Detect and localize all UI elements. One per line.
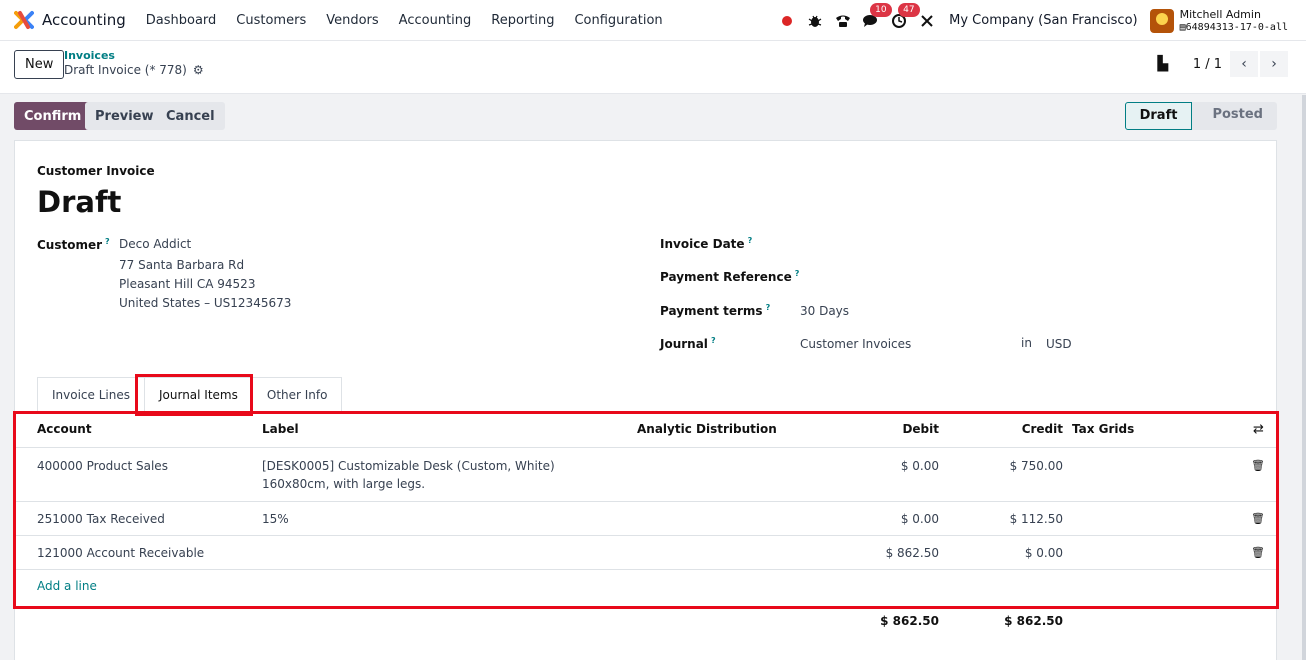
notebook-tabs: Invoice Lines Journal Items Other Info xyxy=(37,377,343,413)
status-posted[interactable]: Posted xyxy=(1192,102,1277,130)
avatar[interactable] xyxy=(1149,8,1174,33)
total-credit: $ 862.50 xyxy=(1004,614,1063,628)
invoice-type: Customer Invoice xyxy=(37,164,155,178)
column-credit[interactable]: Credit xyxy=(943,422,1063,436)
optional-columns-icon[interactable]: ⇄ xyxy=(1253,422,1264,437)
top-navbar: Accounting Dashboard Customers Vendors A… xyxy=(0,0,1306,41)
help-icon[interactable]: ? xyxy=(748,236,753,245)
divider xyxy=(15,447,1278,448)
row-label-detail: 160x80cm, with large legs. xyxy=(262,477,426,491)
pager-next-button[interactable]: › xyxy=(1260,51,1288,77)
cancel-button[interactable]: Cancel xyxy=(156,102,225,130)
scrollbar[interactable] xyxy=(1302,95,1306,660)
tab-invoice-lines[interactable]: Invoice Lines xyxy=(37,377,145,413)
user-menu[interactable]: Mitchell Admin ▤64894313-17-0-all xyxy=(1180,8,1288,34)
trash-icon[interactable]: 🗑 xyxy=(1251,512,1265,525)
row-account[interactable]: 251000 Tax Received xyxy=(37,510,165,528)
row-credit[interactable]: $ 0.00 xyxy=(943,544,1063,562)
pager: ▙ 1 / 1 ‹ › xyxy=(1151,51,1288,77)
page-title: Draft xyxy=(37,185,122,219)
form-sheet: Customer Invoice Draft Customer? Deco Ad… xyxy=(13,140,1279,660)
accounting-app-icon[interactable] xyxy=(14,10,34,30)
menu-dashboard[interactable]: Dashboard xyxy=(136,13,227,28)
help-icon[interactable]: ? xyxy=(766,303,771,312)
customer-label: Customer? xyxy=(37,237,110,252)
clock-icon[interactable]: 47 xyxy=(887,2,920,33)
divider xyxy=(15,412,1278,413)
company-switcher[interactable]: My Company (San Francisco) xyxy=(949,13,1137,28)
tab-journal-items[interactable]: Journal Items xyxy=(143,377,253,413)
divider xyxy=(15,501,1278,502)
add-line-link[interactable]: Add a line xyxy=(37,579,97,593)
confirm-button[interactable]: Confirm xyxy=(14,102,92,130)
chevron-right-icon: › xyxy=(1271,56,1277,72)
currency-field[interactable]: USD xyxy=(1046,337,1072,351)
row-debit[interactable]: $ 0.00 xyxy=(819,510,939,528)
help-icon[interactable]: ? xyxy=(795,269,800,278)
customer-address-line: Pleasant Hill CA 94523 xyxy=(119,277,256,291)
column-label[interactable]: Label xyxy=(262,422,299,436)
phone-icon[interactable] xyxy=(831,9,855,33)
menu-customers[interactable]: Customers xyxy=(226,13,316,28)
main-menu: Dashboard Customers Vendors Accounting R… xyxy=(136,13,673,28)
row-label[interactable]: 15% xyxy=(262,510,289,528)
payment-terms-label: Payment terms? xyxy=(660,303,771,318)
menu-reporting[interactable]: Reporting xyxy=(481,13,564,28)
new-button[interactable]: New xyxy=(14,50,65,79)
divider xyxy=(15,569,1278,570)
bookmark-icon[interactable]: ▙ xyxy=(1151,56,1175,72)
user-name: Mitchell Admin xyxy=(1179,7,1261,21)
journal-label: Journal? xyxy=(660,336,716,351)
chevron-left-icon: ‹ xyxy=(1241,56,1247,72)
menu-vendors[interactable]: Vendors xyxy=(316,13,388,28)
column-debit[interactable]: Debit xyxy=(819,422,939,436)
row-label[interactable]: [DESK0005] Customizable Desk (Custom, Wh… xyxy=(262,457,555,475)
pager-previous-button[interactable]: ‹ xyxy=(1230,51,1258,77)
trash-icon[interactable]: 🗑 xyxy=(1251,546,1265,559)
record-dot-icon[interactable] xyxy=(775,9,799,33)
row-debit[interactable]: $ 862.50 xyxy=(819,544,939,562)
customer-address-line: 77 Santa Barbara Rd xyxy=(119,258,245,272)
tab-other-info[interactable]: Other Info xyxy=(251,377,343,413)
journal-field[interactable]: Customer Invoices xyxy=(800,337,911,351)
pager-value[interactable]: 1 / 1 xyxy=(1193,57,1222,72)
in-label: in xyxy=(1021,336,1032,350)
payment-reference-label: Payment Reference? xyxy=(660,269,800,284)
payment-terms-field[interactable]: 30 Days xyxy=(800,304,849,318)
total-debit: $ 862.50 xyxy=(880,614,939,628)
gear-icon[interactable]: ⚙ xyxy=(193,63,204,77)
highlight-journal-table xyxy=(13,411,1279,609)
column-tax-grids[interactable]: Tax Grids xyxy=(1072,422,1134,436)
invoice-date-label: Invoice Date? xyxy=(660,236,753,251)
row-debit[interactable]: $ 0.00 xyxy=(819,457,939,475)
help-icon[interactable]: ? xyxy=(105,237,110,246)
trash-icon[interactable]: 🗑 xyxy=(1251,459,1265,472)
bug-icon[interactable] xyxy=(803,9,827,33)
app-name[interactable]: Accounting xyxy=(42,11,126,29)
systray: 10 47 My Company (San Francisco) Mitchel… xyxy=(771,0,1288,41)
tools-icon[interactable] xyxy=(915,9,939,33)
column-account[interactable]: Account xyxy=(37,422,92,436)
customer-address-line: United States – US12345673 xyxy=(119,296,292,310)
database-name: ▤64894313-17-0-all xyxy=(1179,21,1288,33)
column-analytic-distribution[interactable]: Analytic Distribution xyxy=(637,422,777,436)
row-account[interactable]: 400000 Product Sales xyxy=(37,457,168,475)
help-icon[interactable]: ? xyxy=(711,336,716,345)
divider xyxy=(15,535,1278,536)
status-bar: Draft Posted xyxy=(1124,102,1277,130)
control-panel: New Invoices Draft Invoice (* 778) ⚙ ▙ 1… xyxy=(0,41,1306,94)
preview-button[interactable]: Preview xyxy=(85,102,164,130)
breadcrumb-current: Draft Invoice (* 778) ⚙ xyxy=(64,63,204,77)
chat-icon[interactable]: 10 xyxy=(859,2,892,33)
row-credit[interactable]: $ 750.00 xyxy=(943,457,1063,475)
row-credit[interactable]: $ 112.50 xyxy=(943,510,1063,528)
breadcrumb-invoices[interactable]: Invoices xyxy=(64,49,115,62)
menu-accounting[interactable]: Accounting xyxy=(389,13,482,28)
menu-configuration[interactable]: Configuration xyxy=(564,13,672,28)
status-draft[interactable]: Draft xyxy=(1124,102,1193,130)
record-title: Draft Invoice (* 778) xyxy=(64,63,187,77)
row-account[interactable]: 121000 Account Receivable xyxy=(37,544,204,562)
customer-field[interactable]: Deco Addict xyxy=(119,237,191,251)
